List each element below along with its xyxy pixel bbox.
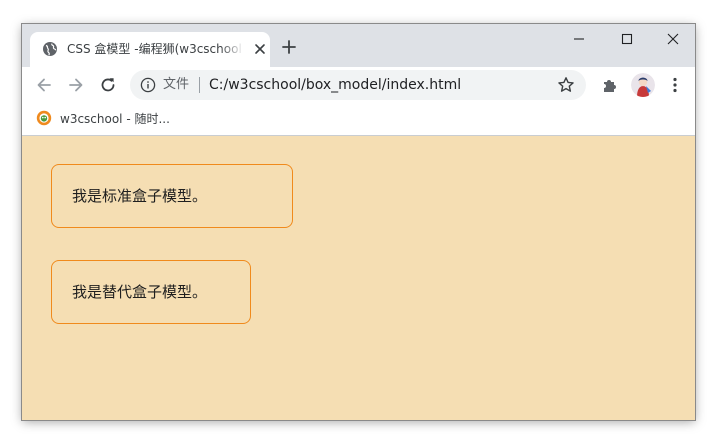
globe-icon [43, 42, 57, 56]
page-content: 我是标准盒子模型。 我是替代盒子模型。 [22, 136, 695, 420]
puzzle-icon[interactable] [600, 75, 620, 95]
url-text[interactable]: C:/w3cschool/box_model/index.html [209, 76, 461, 94]
address-separator [199, 77, 200, 93]
w3cschool-logo-icon [36, 110, 52, 126]
browser-window: CSS 盒模型 -编程狮(w3cschool.cn) [22, 24, 695, 420]
bookmarks-bar: w3cschool - 随时... [22, 103, 695, 136]
tab-title-fade [220, 38, 244, 60]
maximize-icon[interactable] [613, 30, 641, 48]
kebab-menu-icon[interactable] [665, 75, 685, 95]
alternative-box-text: 我是替代盒子模型。 [72, 283, 208, 301]
star-icon[interactable] [557, 76, 575, 94]
tab-close-icon[interactable] [253, 42, 267, 56]
scheme-label: 文件 [163, 77, 190, 92]
tab-title: CSS 盒模型 -编程狮(w3cschool.cn) [67, 42, 242, 56]
reload-icon[interactable] [98, 75, 118, 95]
info-icon[interactable] [140, 77, 156, 93]
alternative-box: 我是替代盒子模型。 [51, 260, 251, 324]
browser-tab[interactable]: CSS 盒模型 -编程狮(w3cschool.cn) [30, 32, 270, 67]
close-icon[interactable] [659, 30, 687, 48]
back-arrow-icon[interactable] [34, 75, 54, 95]
standard-box: 我是标准盒子模型。 [51, 164, 293, 228]
standard-box-text: 我是标准盒子模型。 [72, 187, 208, 205]
address-bar[interactable]: 文件 C:/w3cschool/box_model/index.html [130, 70, 586, 100]
forward-arrow-icon[interactable] [66, 75, 86, 95]
profile-avatar-icon [631, 73, 655, 97]
bookmark-label: w3cschool - 随时... [60, 112, 170, 126]
minimize-icon[interactable] [565, 30, 593, 48]
tab-strip: CSS 盒模型 -编程狮(w3cschool.cn) [22, 24, 695, 67]
profile-avatar[interactable] [631, 73, 655, 97]
new-tab-plus-icon[interactable] [281, 39, 297, 55]
browser-toolbar: 文件 C:/w3cschool/box_model/index.html [22, 67, 695, 103]
